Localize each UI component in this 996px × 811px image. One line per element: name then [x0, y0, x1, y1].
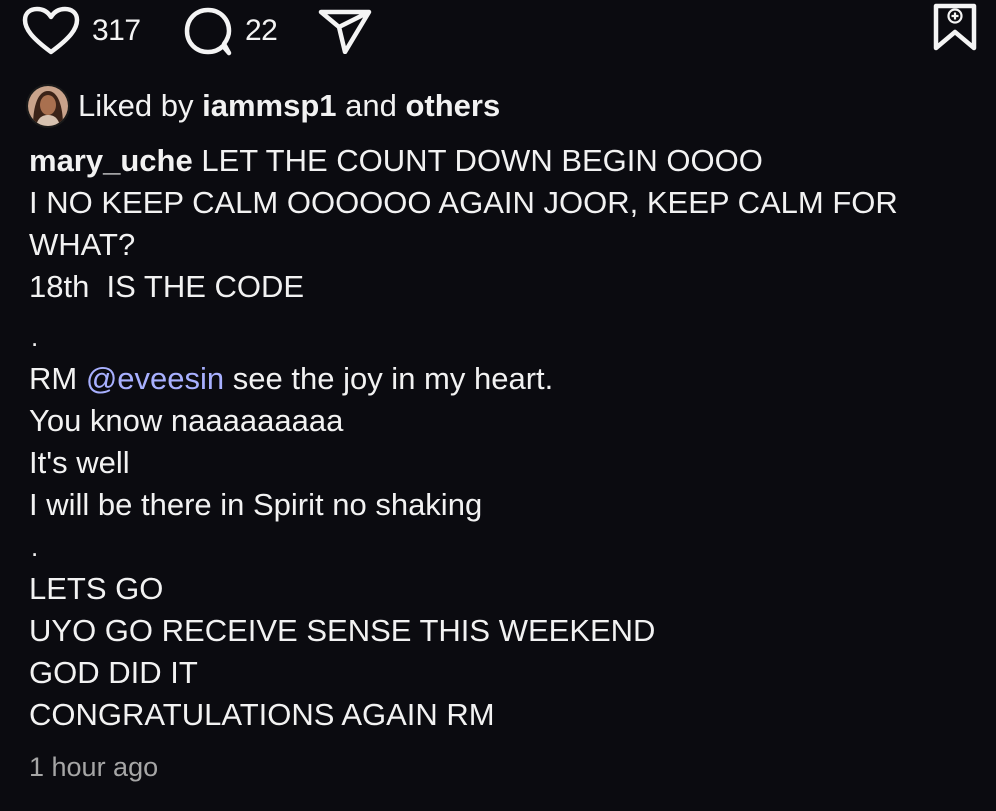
caption-dot: . — [31, 322, 39, 352]
caption-mention-line: RM @eveesin see the joy in my heart. — [29, 358, 959, 400]
save-action[interactable] — [932, 2, 978, 52]
post-action-bar: 317 22 — [0, 0, 996, 70]
caption-line: 18th IS THE CODE — [29, 269, 305, 304]
caption-text: LET THE COUNT DOWN BEGIN OOOO — [192, 143, 763, 178]
caption-dot: . — [31, 532, 39, 562]
caption-line: You know naaaaaaaaa — [29, 403, 344, 438]
caption-username[interactable]: mary_uche — [29, 143, 193, 178]
liked-by-and: and — [345, 88, 397, 123]
caption-line: I NO KEEP CALM OOOOOO AGAIN JOOR, KEEP C… — [29, 185, 898, 220]
comment-action[interactable]: 22 — [183, 6, 278, 56]
caption-line: UYO GO RECEIVE SENSE THIS WEEKEND — [29, 613, 656, 648]
mention-link[interactable]: @eveesin — [86, 361, 224, 396]
caption-line: It's well — [29, 445, 130, 480]
like-action[interactable]: 317 — [22, 6, 141, 56]
comment-count: 22 — [245, 14, 278, 47]
liked-by-prefix: Liked by — [78, 88, 194, 123]
liked-by-row[interactable]: Liked by iammsp1 and others — [26, 84, 500, 128]
caption-line: WHAT? — [29, 227, 136, 262]
save-bookmark-icon[interactable] — [932, 2, 978, 52]
share-action[interactable] — [318, 8, 372, 54]
caption-line: CONGRATULATIONS AGAIN RM — [29, 697, 495, 732]
caption-rm-suffix: see the joy in my heart. — [224, 361, 554, 396]
like-count: 317 — [92, 14, 141, 47]
caption-line: LETS GO — [29, 571, 164, 606]
comment-icon[interactable] — [183, 6, 233, 56]
post-timestamp: 1 hour ago — [29, 752, 159, 782]
caption-rm-prefix: RM — [29, 361, 86, 396]
caption-line: I will be there in Spirit no shaking — [29, 487, 483, 522]
liked-by-others[interactable]: others — [405, 88, 500, 124]
avatar[interactable] — [26, 84, 70, 128]
post-caption: mary_uche LET THE COUNT DOWN BEGIN OOOO … — [29, 140, 959, 736]
send-icon[interactable] — [318, 8, 372, 54]
liked-by-user[interactable]: iammsp1 — [202, 88, 336, 124]
heart-icon[interactable] — [22, 6, 80, 56]
caption-line: GOD DID IT — [29, 655, 198, 690]
caption-first-line: mary_uche LET THE COUNT DOWN BEGIN OOOO — [29, 140, 959, 182]
